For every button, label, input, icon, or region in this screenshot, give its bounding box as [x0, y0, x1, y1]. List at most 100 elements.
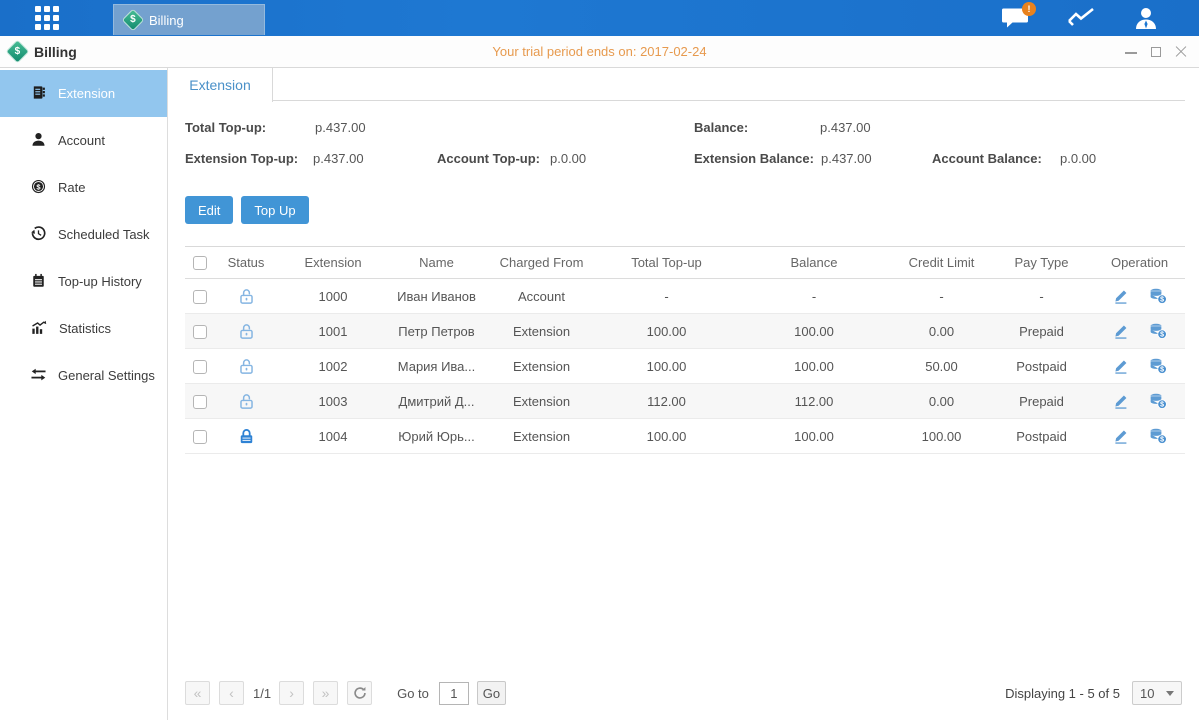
- taskbar-billing-tab[interactable]: $ Billing: [113, 4, 265, 35]
- row-checkbox[interactable]: [193, 290, 207, 304]
- minimize-icon[interactable]: [1125, 46, 1137, 58]
- page-size-value: 10: [1140, 686, 1154, 701]
- statistics-chart-icon[interactable]: [1067, 7, 1095, 29]
- next-page-button[interactable]: ›: [279, 681, 304, 705]
- cell-total-topup: 100.00: [599, 314, 734, 349]
- user-icon[interactable]: [1133, 6, 1159, 30]
- cell-name: Петр Петров: [389, 314, 484, 349]
- edit-pencil-icon[interactable]: [1113, 428, 1129, 444]
- cell-charged-from: Extension: [484, 349, 599, 384]
- edit-button[interactable]: Edit: [185, 196, 233, 224]
- main-content: Extension Total Top-up: p.437.00 Balance…: [168, 68, 1199, 720]
- sidebar-item-extension[interactable]: Extension: [0, 70, 167, 117]
- go-button[interactable]: Go: [477, 681, 506, 705]
- cell-total-topup: -: [599, 279, 734, 314]
- sidebar-item-topup-history[interactable]: Top-up History: [0, 258, 167, 305]
- cell-extension: 1004: [277, 419, 389, 454]
- lock-open-icon[interactable]: [238, 358, 255, 375]
- edit-pencil-icon[interactable]: [1113, 323, 1129, 339]
- row-checkbox[interactable]: [193, 395, 207, 409]
- sidebar-item-general-settings[interactable]: General Settings: [0, 352, 167, 399]
- top-up-coins-icon[interactable]: $: [1149, 358, 1167, 374]
- top-up-coins-icon[interactable]: $: [1149, 428, 1167, 444]
- total-topup-value: p.437.00: [315, 120, 366, 135]
- select-all-checkbox[interactable]: [193, 256, 207, 270]
- sidebar-item-label: Extension: [58, 86, 115, 101]
- close-icon[interactable]: [1175, 46, 1187, 58]
- cell-name: Иван Иванов: [389, 279, 484, 314]
- history-clock-icon: [31, 226, 46, 244]
- sidebar-item-label: Rate: [58, 180, 85, 195]
- edit-pencil-icon[interactable]: [1113, 288, 1129, 304]
- lock-closed-icon[interactable]: [238, 428, 255, 445]
- sidebar-item-rate[interactable]: $ Rate: [0, 164, 167, 211]
- table-row: 1000 Иван Иванов Account - - - - $: [185, 279, 1185, 314]
- summary-panel: Total Top-up: p.437.00 Balance: p.437.00…: [185, 120, 1185, 175]
- edit-pencil-icon[interactable]: [1113, 393, 1129, 409]
- messages-icon[interactable]: !: [1002, 7, 1029, 29]
- col-operation: Operation: [1094, 247, 1185, 279]
- lock-open-icon[interactable]: [238, 323, 255, 340]
- svg-text:$: $: [1160, 367, 1164, 374]
- sidebar-item-account[interactable]: Account: [0, 117, 167, 164]
- cell-pay-type: Postpaid: [989, 349, 1094, 384]
- sidebar-item-label: Statistics: [59, 321, 111, 336]
- cell-name: Дмитрий Д...: [389, 384, 484, 419]
- table-row: 1002 Мария Ива... Extension 100.00 100.0…: [185, 349, 1185, 384]
- apps-grid-icon[interactable]: [35, 6, 71, 30]
- last-page-button[interactable]: »: [313, 681, 338, 705]
- trial-notice: Your trial period ends on: 2017-02-24: [0, 44, 1199, 59]
- cell-charged-from: Extension: [484, 314, 599, 349]
- person-icon: [31, 132, 46, 150]
- col-balance: Balance: [734, 247, 894, 279]
- top-up-coins-icon[interactable]: $: [1149, 323, 1167, 339]
- maximize-icon[interactable]: [1150, 46, 1162, 58]
- account-topup-label: Account Top-up:: [437, 151, 540, 166]
- col-status: Status: [215, 247, 277, 279]
- lock-open-icon[interactable]: [238, 288, 255, 305]
- notepad-icon: [31, 273, 46, 291]
- cell-balance: -: [734, 279, 894, 314]
- sidebar-item-label: Top-up History: [58, 274, 142, 289]
- row-checkbox[interactable]: [193, 360, 207, 374]
- cell-name: Юрий Юрь...: [389, 419, 484, 454]
- svg-text:$: $: [1160, 437, 1164, 444]
- extension-topup-label: Extension Top-up:: [185, 151, 298, 166]
- sidebar-item-label: General Settings: [58, 368, 155, 383]
- prev-page-button[interactable]: ‹: [219, 681, 244, 705]
- cell-balance: 100.00: [734, 419, 894, 454]
- cell-extension: 1002: [277, 349, 389, 384]
- top-up-button[interactable]: Top Up: [241, 196, 308, 224]
- sidebar-item-scheduled-task[interactable]: Scheduled Task: [0, 211, 167, 258]
- edit-pencil-icon[interactable]: [1113, 358, 1129, 374]
- billing-diamond-icon: $: [123, 10, 143, 30]
- sidebar-item-label: Scheduled Task: [58, 227, 150, 242]
- cell-credit-limit: 100.00: [894, 419, 989, 454]
- col-total-topup: Total Top-up: [599, 247, 734, 279]
- balance-label: Balance:: [694, 120, 748, 135]
- tab-extension[interactable]: Extension: [168, 68, 273, 102]
- top-up-coins-icon[interactable]: $: [1149, 393, 1167, 409]
- top-up-coins-icon[interactable]: $: [1149, 288, 1167, 304]
- svg-text:$: $: [1160, 332, 1164, 339]
- first-page-button[interactable]: «: [185, 681, 210, 705]
- cell-pay-type: -: [989, 279, 1094, 314]
- account-balance-label: Account Balance:: [932, 151, 1042, 166]
- cell-balance: 100.00: [734, 314, 894, 349]
- table-row: 1003 Дмитрий Д... Extension 112.00 112.0…: [185, 384, 1185, 419]
- table-header-row: Status Extension Name Charged From Total…: [185, 247, 1185, 279]
- cell-credit-limit: 0.00: [894, 314, 989, 349]
- col-charged-from: Charged From: [484, 247, 599, 279]
- row-checkbox[interactable]: [193, 325, 207, 339]
- col-pay-type: Pay Type: [989, 247, 1094, 279]
- svg-text:$: $: [1160, 402, 1164, 409]
- extension-balance-label: Extension Balance:: [694, 151, 814, 166]
- svg-text:$: $: [1160, 297, 1164, 304]
- table-row: 1004 Юрий Юрь... Extension 100.00 100.00…: [185, 419, 1185, 454]
- goto-page-input[interactable]: [439, 682, 469, 705]
- row-checkbox[interactable]: [193, 430, 207, 444]
- page-size-select[interactable]: 10: [1132, 681, 1182, 705]
- sidebar-item-statistics[interactable]: Statistics: [0, 305, 167, 352]
- lock-open-icon[interactable]: [238, 393, 255, 410]
- refresh-icon[interactable]: [347, 681, 372, 705]
